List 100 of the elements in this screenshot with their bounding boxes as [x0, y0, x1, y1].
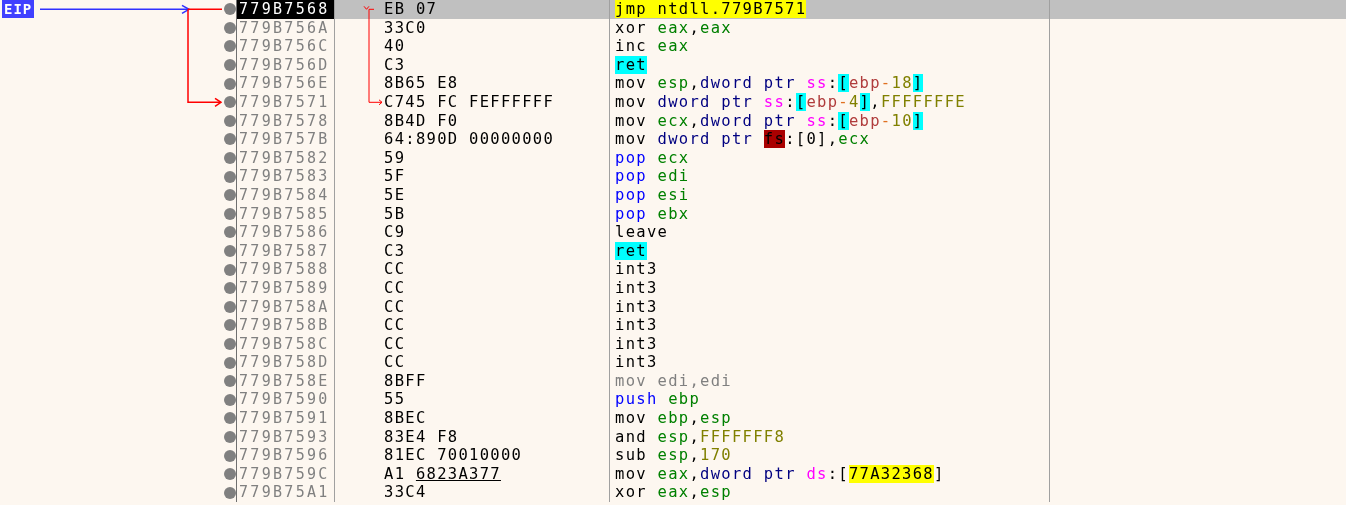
instruction-cell: leave	[610, 223, 1050, 242]
instruction-cell: pop ebx	[610, 204, 1050, 224]
bytes-cell: 81EC 70010000	[335, 446, 610, 465]
instruction-cell: and esp,FFFFFFF8	[610, 427, 1050, 447]
breakpoint-icon[interactable]	[224, 486, 236, 499]
address-cell: 779B7586	[236, 223, 335, 242]
breakpoint-icon[interactable]	[224, 375, 236, 388]
breakpoint-icon[interactable]	[224, 152, 236, 165]
instruction-cell: ret	[610, 55, 1050, 75]
bytes-cell: 8B4D F0	[335, 111, 610, 131]
instruction-cell: ret	[610, 241, 1050, 261]
address-cell: 779B759C	[236, 464, 335, 484]
breakpoint-icon[interactable]	[224, 59, 236, 72]
breakpoint-icon[interactable]	[224, 300, 236, 313]
bytes-cell: 64:890D 00000000	[335, 130, 610, 149]
bytes-cell: C9	[335, 223, 610, 242]
bytes-cell: CC	[335, 334, 610, 354]
breakpoint-icon[interactable]	[224, 77, 236, 90]
bytes-cell: 8BFF	[335, 371, 610, 391]
address-cell: 779B7571	[236, 92, 335, 112]
address-cell: 779B757B	[236, 130, 335, 149]
breakpoint-icon[interactable]	[224, 282, 236, 295]
breakpoint-icon[interactable]	[224, 226, 236, 239]
instruction-cell: pop ecx	[610, 148, 1050, 168]
address-cell: 779B7583	[236, 167, 335, 186]
instruction-cell: int3	[610, 334, 1050, 354]
bytes-cell: 83E4 F8	[335, 427, 610, 447]
instruction-cell: pop esi	[610, 185, 1050, 205]
breakpoint-icon[interactable]	[224, 263, 236, 276]
breakpoint-icon[interactable]	[224, 40, 236, 53]
address-cell: 779B7582	[236, 148, 335, 168]
address-cell: 779B7578	[236, 111, 335, 131]
breakpoint-icon[interactable]	[224, 170, 236, 183]
address-cell: 779B7591	[236, 409, 335, 428]
breakpoint-icon[interactable]	[224, 449, 236, 462]
breakpoint-icon[interactable]	[224, 114, 236, 127]
instruction-cell: mov esp,dword ptr ss:[ebp-18]	[610, 74, 1050, 93]
address-cell: 779B7585	[236, 204, 335, 224]
instruction-cell: int3	[610, 297, 1050, 317]
breakpoint-icon[interactable]	[224, 356, 236, 369]
instruction-cell: mov dword ptr fs:[0],ecx	[610, 130, 1050, 149]
bytes-cell: 5B	[335, 204, 610, 224]
eip-label: EIP	[2, 0, 35, 18]
breakpoint-icon[interactable]	[224, 319, 236, 332]
address-cell: 779B75A1	[236, 483, 335, 503]
address-cell: 779B7589	[236, 278, 335, 298]
breakpoint-icon[interactable]	[224, 468, 236, 481]
bytes-cell: 33C0	[335, 18, 610, 38]
bytes-cell: 8BEC	[335, 409, 610, 428]
breakpoint-icon[interactable]	[224, 3, 236, 16]
breakpoint-icon[interactable]	[224, 338, 236, 350]
instruction-cell: mov ecx,dword ptr ss:[ebp-10]	[610, 111, 1050, 131]
bytes-cell: C3	[335, 55, 610, 75]
breakpoint-icon[interactable]	[224, 189, 236, 202]
instruction-cell: xor eax,esp	[610, 483, 1050, 503]
address-cell: 779B7587	[236, 241, 335, 261]
bytes-cell: CC	[335, 297, 610, 317]
bytes-cell: C745 FC FEFFFFFF	[335, 92, 610, 112]
address-cell: 779B7584	[236, 185, 335, 205]
address-cell: 779B756C	[236, 37, 335, 56]
instruction-cell: inc eax	[610, 37, 1050, 56]
breakpoint-icon[interactable]	[224, 96, 236, 109]
bytes-cell: CC	[335, 316, 610, 335]
instruction-cell: sub esp,170	[610, 446, 1050, 465]
address-cell: 779B758B	[236, 316, 335, 335]
instruction-cell: int3	[610, 316, 1050, 335]
instruction-cell: pop edi	[610, 167, 1050, 186]
breakpoint-icon[interactable]	[224, 21, 236, 34]
bytes-cell: CC	[335, 353, 610, 372]
address-cell: 779B756D	[236, 55, 335, 75]
breakpoint-icon[interactable]	[224, 207, 236, 220]
bytes-cell: 5E	[335, 185, 610, 205]
bytes-cell: A1 6823A377	[335, 464, 610, 484]
bytes-cell: CC	[335, 260, 610, 279]
breakpoint-icon[interactable]	[224, 245, 236, 257]
address-cell: 779B7593	[236, 427, 335, 447]
instruction-cell: int3	[610, 278, 1050, 298]
bytes-cell: C3	[335, 241, 610, 261]
address-cell: 779B7588	[236, 260, 335, 279]
address-cell: 779B758C	[236, 334, 335, 354]
bytes-cell: 59	[335, 148, 610, 168]
instruction-cell: int3	[610, 353, 1050, 372]
bytes-cell: 55	[335, 390, 610, 410]
address-cell: 779B756E	[236, 74, 335, 93]
bytes-cell: CC	[335, 278, 610, 298]
address-cell: 779B7596	[236, 446, 335, 465]
breakpoint-icon[interactable]	[224, 430, 236, 443]
address-cell: 779B7568	[236, 0, 335, 19]
address-cell: 779B758E	[236, 371, 335, 391]
address-cell: 779B758A	[236, 297, 335, 317]
breakpoint-icon[interactable]	[224, 393, 236, 406]
instruction-cell: mov dword ptr ss:[ebp-4],FFFFFFFE	[610, 92, 1050, 112]
instruction-cell: push ebp	[610, 390, 1050, 410]
breakpoint-icon[interactable]	[224, 133, 236, 146]
breakpoint-icon[interactable]	[224, 412, 236, 425]
address-cell: 779B756A	[236, 18, 335, 38]
instruction-cell: mov eax,dword ptr ds:[77A32368]	[610, 464, 1050, 484]
bytes-cell: 8B65 E8	[335, 74, 610, 93]
bytes-cell: 40	[335, 37, 610, 56]
bytes-cell: 5F	[335, 167, 610, 186]
